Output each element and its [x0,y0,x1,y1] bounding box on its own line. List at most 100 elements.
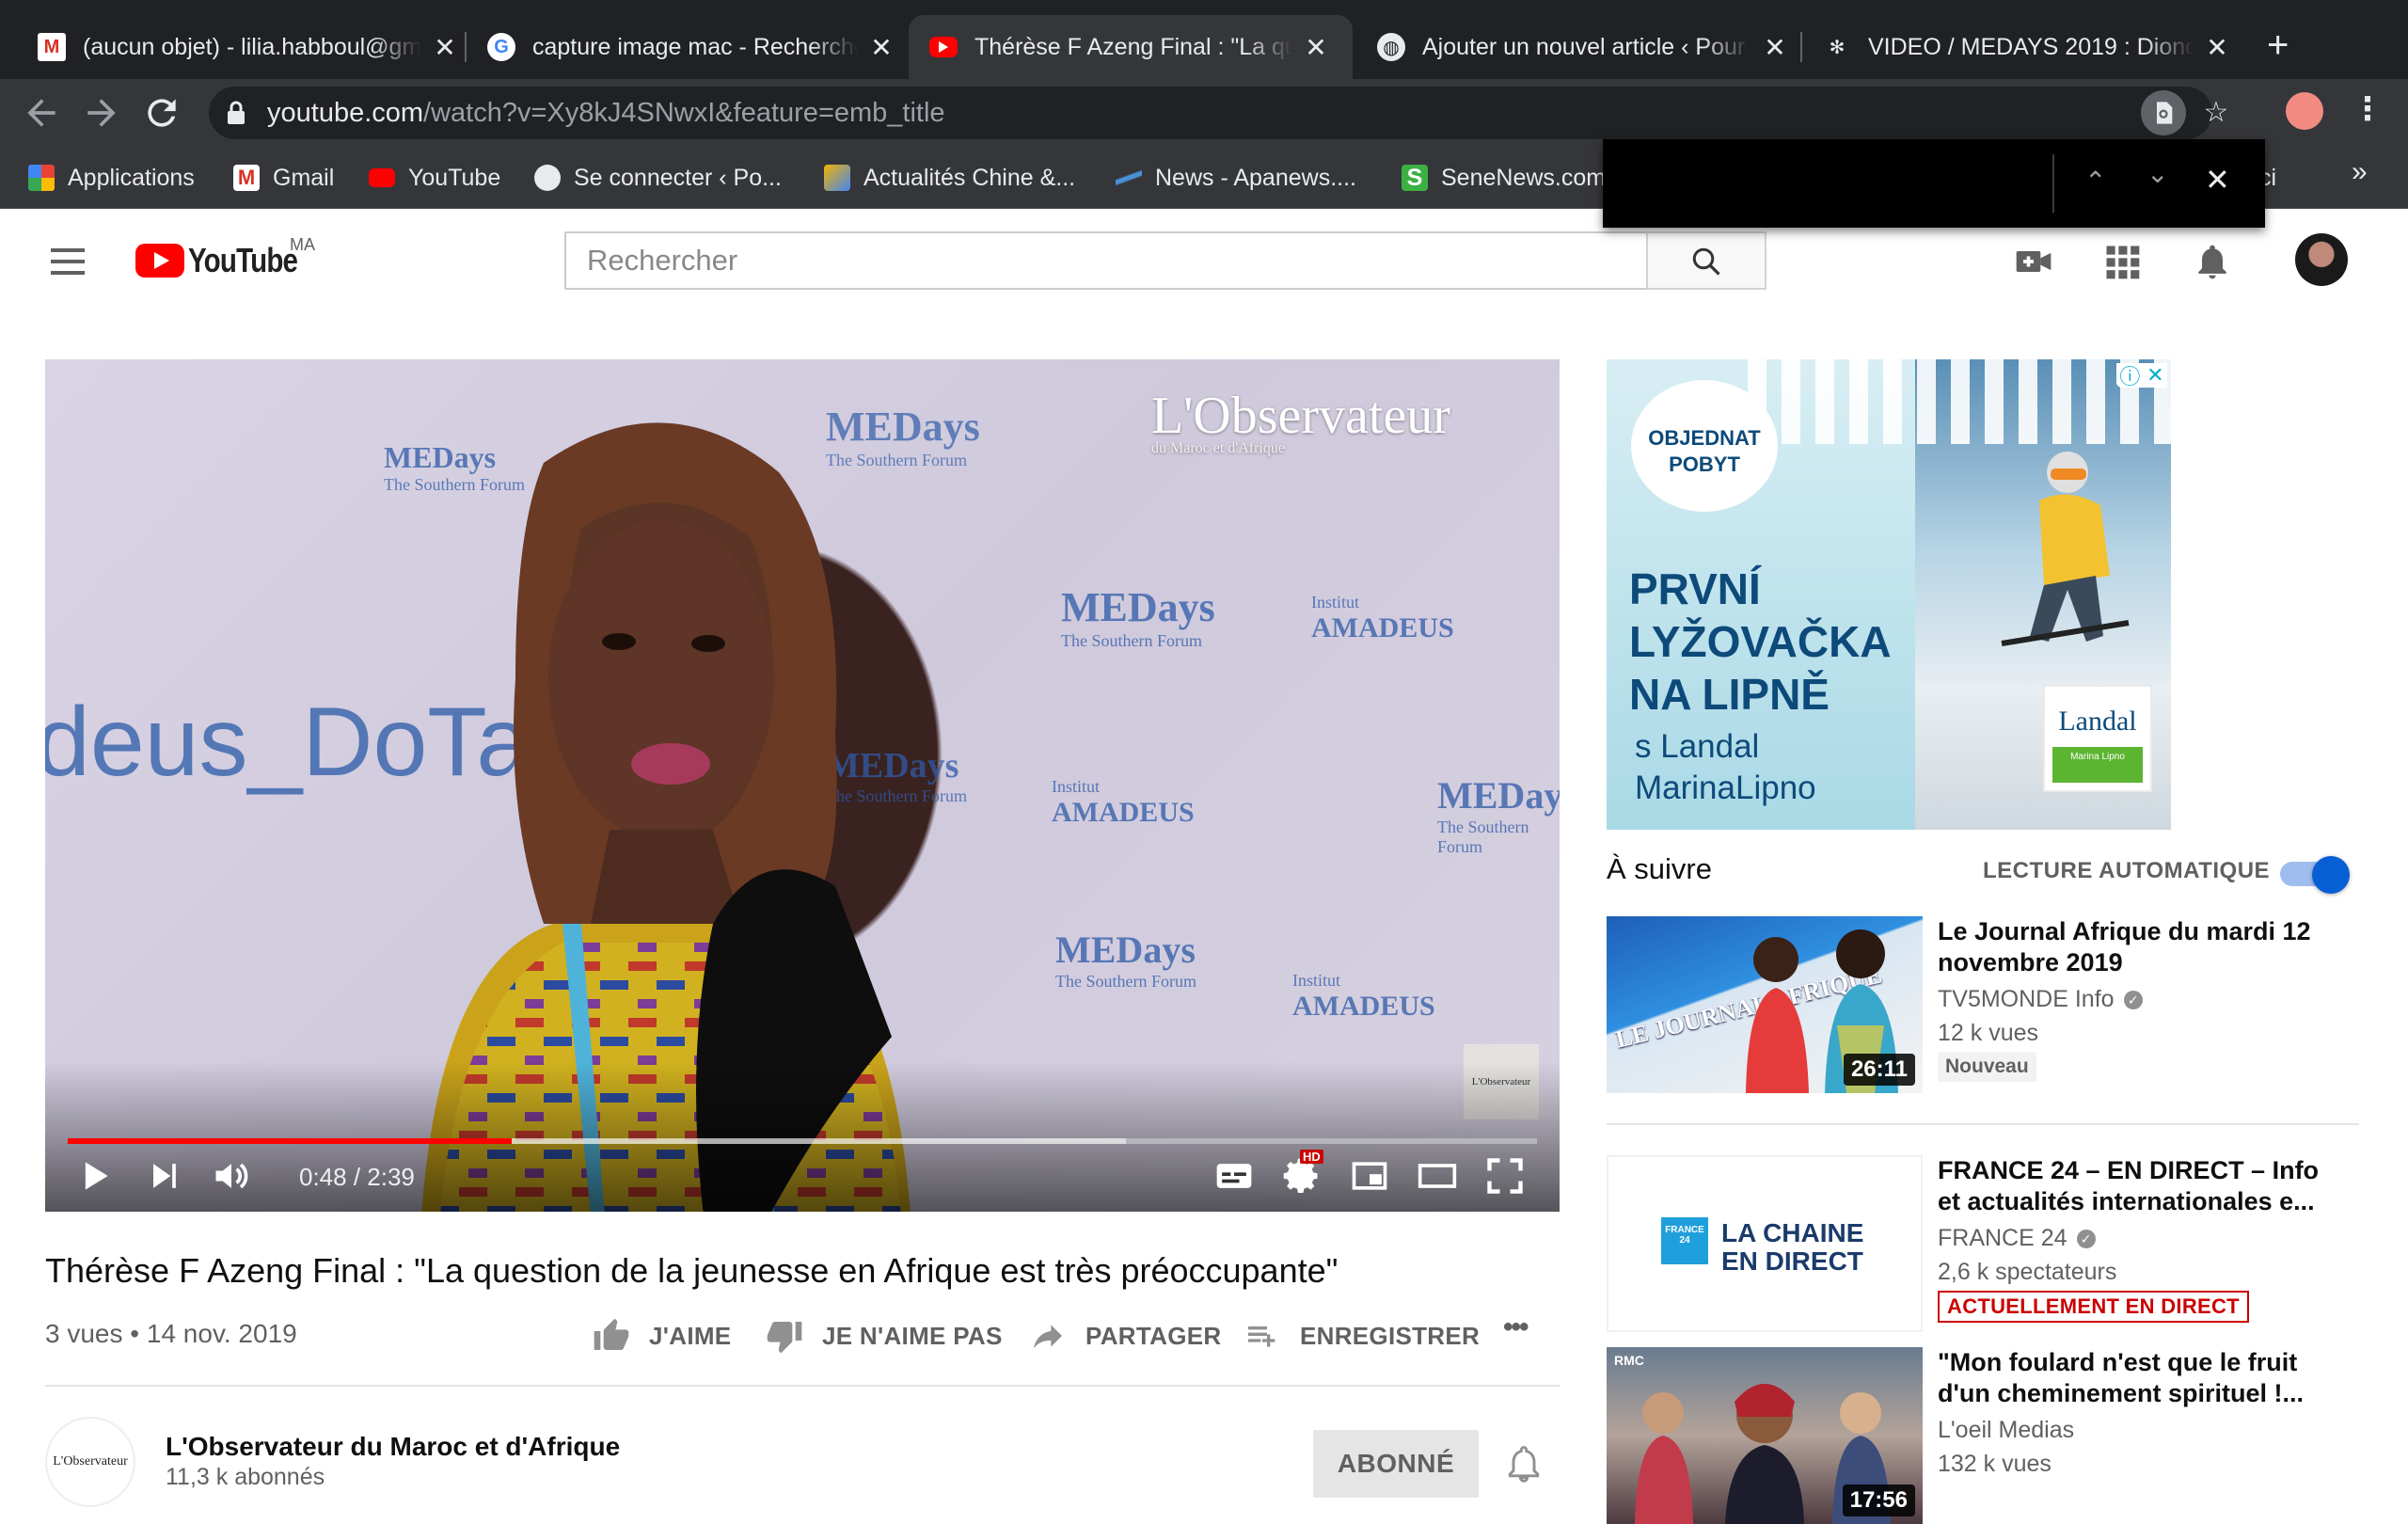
create-video-icon[interactable] [2013,241,2054,282]
apps-grid-icon[interactable] [2101,241,2143,282]
browser-tab-youtube[interactable]: Thérèse F Azeng Final : "La question ✕ [909,15,1353,79]
browser-tab-gmail[interactable]: M (aucun objet) - lilia.habboul@gmail.co… [17,15,480,79]
channel-name[interactable]: L'Observateur du Maroc et d'Afrique [166,1432,620,1462]
tab-title: (aucun objet) - lilia.habboul@gmail.com [83,33,421,60]
hamburger-menu-icon[interactable] [51,248,85,275]
browser-tab-medays[interactable]: ✻ VIDEO / MEDAYS 2019 : Dionou ✕ [1802,15,2252,79]
news-icon [824,165,850,191]
hd-badge: HD [1300,1150,1323,1164]
close-icon[interactable]: ✕ [1302,32,1330,63]
backdrop-text: Institut [1292,971,1341,990]
subscribed-button[interactable]: ABONNÉ [1313,1430,1479,1498]
find-previous-icon[interactable]: ⌃ [2084,166,2106,197]
search-button[interactable] [1646,231,1766,290]
adchoices-icon[interactable]: ⓘ ✕ [2116,363,2167,389]
video-thumbnail[interactable]: FRANCE 24 LA CHAINE EN DIRECT [1607,1155,1923,1332]
bookmark-senenews[interactable]: S SeneNews.com [1402,160,1606,196]
recommendation-title[interactable]: Le Journal Afrique du mardi 12 novembre … [1938,916,2342,978]
recommendation-item[interactable]: FRANCE 24 LA CHAINE EN DIRECT FRANCE 24 –… [1607,1155,2359,1334]
save-button[interactable]: ENREGISTRER [1244,1317,1480,1355]
video-player[interactable]: MEDays The Southern Forum MEDays The South… [45,359,1560,1212]
fullscreen-icon[interactable] [1484,1155,1526,1197]
recommendation-title[interactable]: "Mon foulard n'est que le fruit d'un che… [1938,1347,2342,1409]
backdrop-text: AMADEUS [1292,991,1435,1022]
browser-tab-wordpress[interactable]: ◍ Ajouter un nouvel article ‹ Pour ✕ [1356,15,1810,79]
bookmark-se-connecter[interactable]: Se connecter ‹ Po... [534,160,782,196]
info-icon: ⓘ [2119,365,2141,389]
close-icon[interactable]: ✕ [1761,32,1789,63]
ad-brand-name: Landal [2058,706,2137,737]
bookmark-label: Gmail [273,164,335,191]
ad-badge-line: POBYT [1669,452,1740,476]
bookmark-star-icon[interactable]: ☆ [2194,90,2239,135]
find-in-page-icon[interactable] [2141,90,2186,135]
bookmark-gmail[interactable]: M Gmail [233,160,334,196]
channel-avatar[interactable]: L'Observateur [45,1417,135,1507]
autoplay-toggle[interactable] [2280,856,2350,894]
progress-bar[interactable] [68,1138,1537,1144]
next-video-icon[interactable] [143,1155,184,1197]
browser-menu-icon[interactable]: ⋮ [2352,90,2384,128]
notifications-bell-icon[interactable] [2192,241,2233,282]
ad-sub-line: MarinaLipno [1635,770,1816,806]
bookmark-apanews[interactable]: News - Apanews.... [1116,160,1356,196]
recommendation-channel[interactable]: L'oeil Medias [1938,1417,2074,1444]
back-button[interactable] [21,92,62,134]
bookmark-actualites-chine[interactable]: Actualités Chine &... [824,160,1075,196]
dislike-button[interactable]: JE N'AIME PAS [766,1317,1003,1355]
account-avatar[interactable] [2295,233,2348,286]
browser-profile-avatar[interactable] [2286,92,2323,130]
autoplay-label: LECTURE AUTOMATIQUE [1983,858,2271,883]
recommendation-item[interactable]: LE JOURNAL AFRIQUE 26:11 Le Journal Afri… [1607,916,2359,1095]
youtube-logo[interactable]: YouTube MA [135,235,322,280]
recommendation-title[interactable]: FRANCE 24 – EN DIRECT – Info et actualit… [1938,1155,2342,1217]
ad-icicles [1748,359,2171,444]
globe-icon: ◍ [1377,33,1405,61]
new-badge: Nouveau [1938,1052,2036,1082]
bookmark-youtube[interactable]: YouTube [369,160,500,196]
subtitles-icon[interactable] [1213,1155,1255,1197]
document-search-icon [2157,102,2173,124]
close-icon[interactable]: ✕ [867,32,895,63]
browser-tab-google[interactable]: G capture image mac - Recherche Google ✕ [467,15,916,79]
find-next-icon[interactable]: ⌄ [2147,158,2168,189]
browser-tab-strip: M (aucun objet) - lilia.habboul@gmail.co… [0,0,2408,79]
theater-mode-icon[interactable] [1417,1155,1458,1197]
address-bar[interactable]: youtube.com/watch?v=Xy8kJ4SNwxI&feature=… [209,87,2228,139]
reload-button[interactable] [141,92,182,134]
youtube-wordmark: YouTube [188,241,298,279]
bookmark-applications[interactable]: Applications [28,160,195,196]
recommendation-channel[interactable]: FRANCE 24 ✓ [1938,1225,2096,1252]
play-icon[interactable] [73,1155,115,1197]
verified-check-icon: ✓ [2123,991,2143,1010]
more-actions-icon[interactable]: ••• [1503,1311,1529,1343]
miniplayer-icon[interactable] [1349,1155,1390,1197]
like-button[interactable]: J'AIME [593,1317,731,1355]
globe-icon [534,165,561,191]
bookmarks-overflow-icon[interactable]: » [2352,156,2368,188]
video-thumbnail[interactable]: LE JOURNAL AFRIQUE 26:11 [1607,916,1923,1093]
new-tab-button[interactable]: + [2267,26,2289,64]
ad-brand-logo: Landal Marina Lipno [2043,685,2152,792]
paw-icon: ✻ [1829,37,1846,58]
thumbnail-text-line: LA CHAINE [1721,1218,1864,1247]
backdrop-logo: MEDaysThe Southern Forum [1055,928,1196,992]
video-thumbnail[interactable]: RMC 17:56 [1607,1347,1923,1524]
gmail-icon: M [233,165,260,191]
find-close-icon[interactable]: ✕ [2205,162,2230,198]
backdrop-logo: Institut AMADEUS [1052,777,1195,829]
search-input[interactable] [566,233,1648,288]
display-ad[interactable]: OBJEDNAT POBYT PRVNÍ LYŽOVAČKA NA LIPNĚ s L… [1607,359,2171,830]
video-title: Thérèse F Azeng Final : "La question de … [45,1251,1339,1290]
volume-icon[interactable] [211,1155,252,1197]
channel-notification-bell-icon[interactable] [1503,1441,1545,1486]
share-button[interactable]: PARTAGER [1029,1317,1221,1355]
find-in-page-bar: ⌃ ⌄ ✕ [1603,139,2265,228]
apps-grid-icon [28,165,55,191]
close-icon[interactable]: ✕ [2203,32,2231,63]
recommendation-item[interactable]: RMC 17:56 "Mon foulard n'est que le frui… [1607,1347,2359,1524]
recommendation-channel[interactable]: TV5MONDE Info ✓ [1938,986,2143,1013]
forward-button[interactable] [81,92,122,134]
search-field[interactable] [564,231,1648,290]
close-icon[interactable]: ✕ [431,32,459,63]
